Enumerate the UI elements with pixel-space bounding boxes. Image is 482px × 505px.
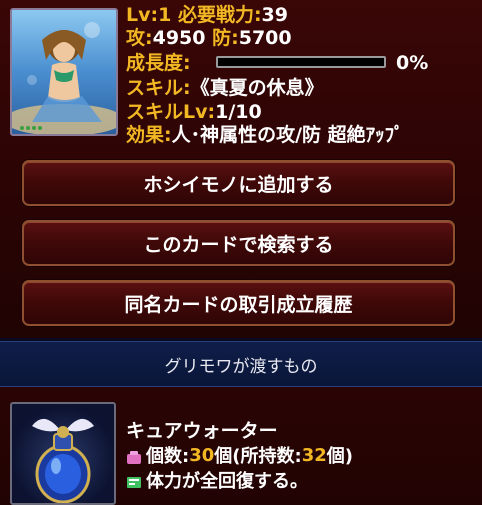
skill-name: 《真夏の休息》 (190, 77, 324, 99)
item-description-line: 体力が全回復する。 (126, 467, 308, 493)
skill-level-value: 1/10 (215, 101, 262, 123)
card-portrait-icon (12, 10, 116, 134)
level-label: Lv:1 (126, 4, 172, 26)
item-description: 体力が全回復する。 (146, 471, 308, 492)
skill-line: スキル:《真夏の休息》 (126, 77, 324, 99)
effect-text: 人･神属性の攻/防 超絶ｱｯﾌﾟ (171, 124, 404, 146)
card-image (10, 8, 118, 136)
skill-label: スキル: (126, 77, 191, 99)
item-image (10, 402, 116, 505)
owned-value: 32 (301, 444, 327, 466)
card-level-line: Lv:1 必要戦力:39 (126, 4, 288, 26)
card-atk-def-line: 攻:4950 防:5700 (126, 27, 292, 49)
skill-level-line: スキルLv:1/10 (126, 101, 262, 123)
growth-label: 成長度: (126, 52, 191, 74)
power-value: 39 (261, 4, 288, 26)
item-name: キュアウォーター (126, 420, 278, 442)
count-unit: 個(所持数: (214, 446, 302, 467)
cure-water-potion-icon (32, 418, 94, 503)
owned-unit: 個) (326, 446, 353, 467)
section-header: グリモワが渡すもの (0, 341, 482, 387)
effect-line: 効果:人･神属性の攻/防 超絶ｱｯﾌﾟ (126, 124, 404, 146)
trade-history-button[interactable]: 同名カードの取引成立履歴 (22, 280, 455, 326)
item-count-line: 個数: 30 個(所持数: 32 個) (126, 442, 353, 468)
growth-progress-bar (216, 56, 386, 68)
growth-percent: 0% (396, 52, 429, 74)
def-label: 防: (212, 27, 239, 49)
atk-value: 4950 (152, 27, 206, 49)
skill-level-label: スキルLv: (126, 101, 216, 123)
def-value: 5700 (238, 27, 292, 49)
count-value: 30 (189, 444, 215, 466)
section-title: グリモワが渡すもの (164, 356, 318, 377)
effect-label: 効果: (126, 124, 172, 146)
count-label: 個数: (146, 446, 190, 467)
add-to-wishlist-button[interactable]: ホシイモノに追加する (22, 160, 455, 206)
atk-label: 攻: (126, 27, 153, 49)
book-icon (126, 473, 142, 488)
power-label: 必要戦力: (177, 4, 262, 26)
bag-icon (126, 448, 142, 464)
search-by-card-button[interactable]: このカードで検索する (22, 220, 455, 266)
